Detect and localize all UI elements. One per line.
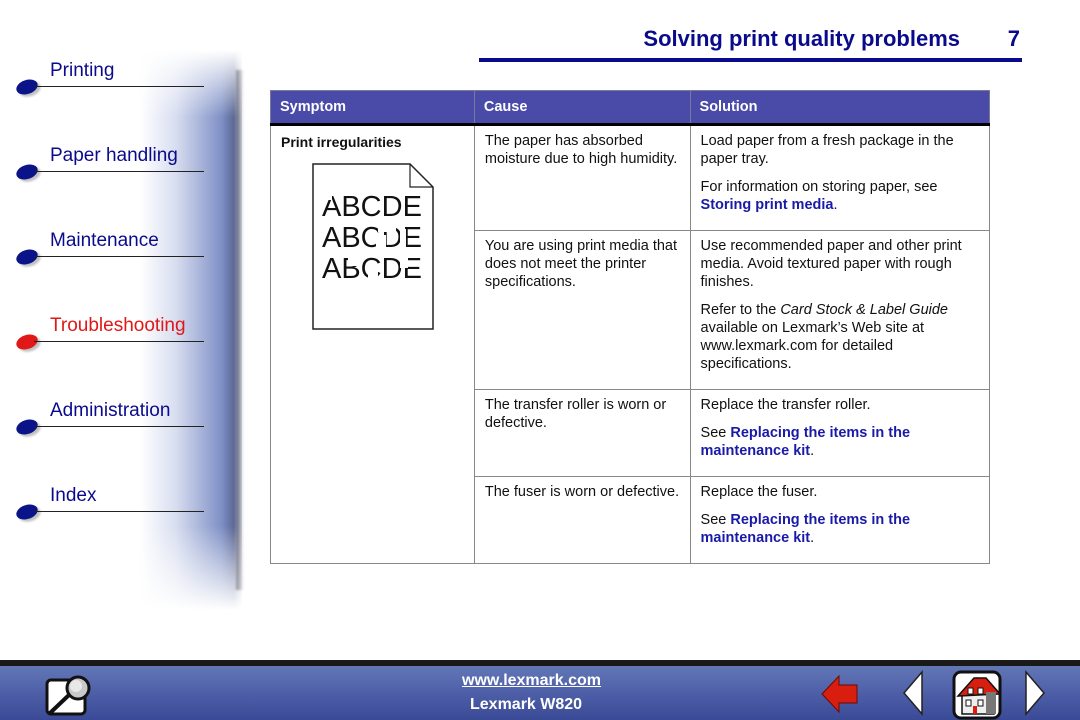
sidebar-item-administration[interactable]: Administration: [14, 400, 204, 440]
sidebar-item-label: Troubleshooting: [50, 315, 186, 336]
solution-cell: Replace the fuser. See Replacing the ite…: [689, 476, 991, 564]
home-button[interactable]: [952, 670, 1006, 720]
sidebar-item-label: Paper handling: [50, 145, 178, 166]
home-icon: [952, 670, 1002, 720]
cause-cell: The fuser is worn or defective.: [473, 476, 691, 564]
sidebar-item-paper-handling[interactable]: Paper handling: [14, 145, 204, 185]
divider: [34, 86, 204, 87]
bullet-icon: [14, 416, 40, 438]
footer-bar: www.lexmark.com Lexmark W820: [0, 660, 1080, 720]
link-replacing-maintenance-kit[interactable]: Replacing the items in the maintenance k…: [701, 425, 911, 459]
search-button[interactable]: [44, 674, 96, 720]
solution-cell: Load paper from a fresh package in the p…: [689, 124, 991, 231]
divider: [34, 426, 204, 427]
sidebar-item-maintenance[interactable]: Maintenance: [14, 230, 204, 270]
solution-cell: Replace the transfer roller. See Replaci…: [689, 389, 991, 477]
column-header-symptom: Symptom: [270, 90, 475, 126]
guide-title: Card Stock & Label Guide: [780, 302, 948, 318]
previous-page-button[interactable]: [902, 669, 924, 720]
column-header-cause: Cause: [473, 90, 691, 126]
link-storing-print-media[interactable]: Storing print media: [701, 197, 834, 213]
solution-suffix: .: [810, 443, 815, 459]
table-header-row: Symptom Cause Solution: [270, 90, 991, 126]
next-page-button[interactable]: [1024, 669, 1046, 720]
previous-page-icon: [903, 669, 923, 717]
solution-prefix: Refer to the: [700, 302, 781, 318]
sidebar-item-label: Administration: [50, 400, 171, 421]
cause-cell: The transfer roller is worn or defective…: [473, 389, 691, 477]
divider: [34, 256, 204, 257]
next-page-icon: [1025, 669, 1045, 717]
paper-page-icon: ABCDE ABCDE ABCDE: [312, 163, 434, 330]
printer-model: Lexmark W820: [470, 696, 583, 713]
illustration-line-1: ABCDE: [322, 191, 422, 223]
bullet-icon: [14, 331, 40, 353]
sidebar-item-index[interactable]: Index: [14, 485, 204, 525]
solution-text: For information on storing paper, see St…: [701, 178, 979, 214]
search-icon: [45, 675, 91, 716]
cause-cell: You are using print media that does not …: [473, 230, 691, 390]
page-number: 7: [1007, 26, 1020, 51]
page-title: Solving print quality problems: [643, 26, 960, 51]
cause-cell: The paper has absorbed moisture due to h…: [473, 124, 691, 231]
solution-cell: Use recommended paper and other print me…: [689, 230, 991, 390]
solution-text: Replace the fuser.: [700, 484, 818, 500]
solution-text: Replace the transfer roller.: [700, 397, 871, 413]
header-rule: [479, 58, 1022, 62]
solution-suffix: .: [833, 197, 838, 213]
back-button[interactable]: [820, 672, 860, 720]
solution-suffix: available on Lexmark’s Web site at www.l…: [700, 320, 925, 372]
sidebar-item-label: Printing: [50, 60, 115, 81]
divider: [34, 171, 204, 172]
symptom-cell: Print irregularities ABCDE ABCDE ABCDE: [270, 124, 475, 564]
solution-text: Refer to the Card Stock & Label Guide av…: [701, 301, 979, 373]
sidebar-item-printing[interactable]: Printing: [14, 60, 204, 100]
solution-text: See Replacing the items in the maintenan…: [701, 511, 979, 547]
bullet-icon: [14, 501, 40, 523]
solution-suffix: .: [810, 530, 815, 546]
column-header-solution: Solution: [689, 90, 991, 126]
sidebar-item-troubleshooting[interactable]: Troubleshooting: [14, 315, 204, 355]
troubleshooting-table: Symptom Cause Solution Print irregularit…: [270, 90, 991, 564]
print-irregularities-illustration: ABCDE ABCDE ABCDE: [312, 163, 434, 331]
table-row: Print irregularities ABCDE ABCDE ABCDE: [270, 124, 991, 564]
bullet-icon: [14, 76, 40, 98]
symptom-title: Print irregularities: [281, 134, 402, 150]
solution-text: Use recommended paper and other print me…: [700, 238, 962, 290]
solution-text: See Replacing the items in the maintenan…: [701, 424, 979, 460]
back-arrow-icon: [821, 674, 858, 714]
sidebar-item-label: Maintenance: [50, 230, 159, 251]
sidebar-shadow: [236, 70, 244, 590]
sidebar-item-label: Index: [50, 485, 97, 506]
website-link[interactable]: www.lexmark.com: [462, 672, 601, 690]
divider: [34, 341, 204, 342]
solution-text: Load paper from a fresh package in the p…: [700, 133, 954, 167]
solution-prefix: See: [700, 425, 731, 441]
bullet-icon: [14, 246, 40, 268]
solution-prefix: For information on storing paper, see: [700, 179, 938, 195]
divider: [34, 511, 204, 512]
link-replacing-maintenance-kit[interactable]: Replacing the items in the maintenance k…: [701, 512, 911, 546]
bullet-icon: [14, 161, 40, 183]
solution-prefix: See: [700, 512, 731, 528]
